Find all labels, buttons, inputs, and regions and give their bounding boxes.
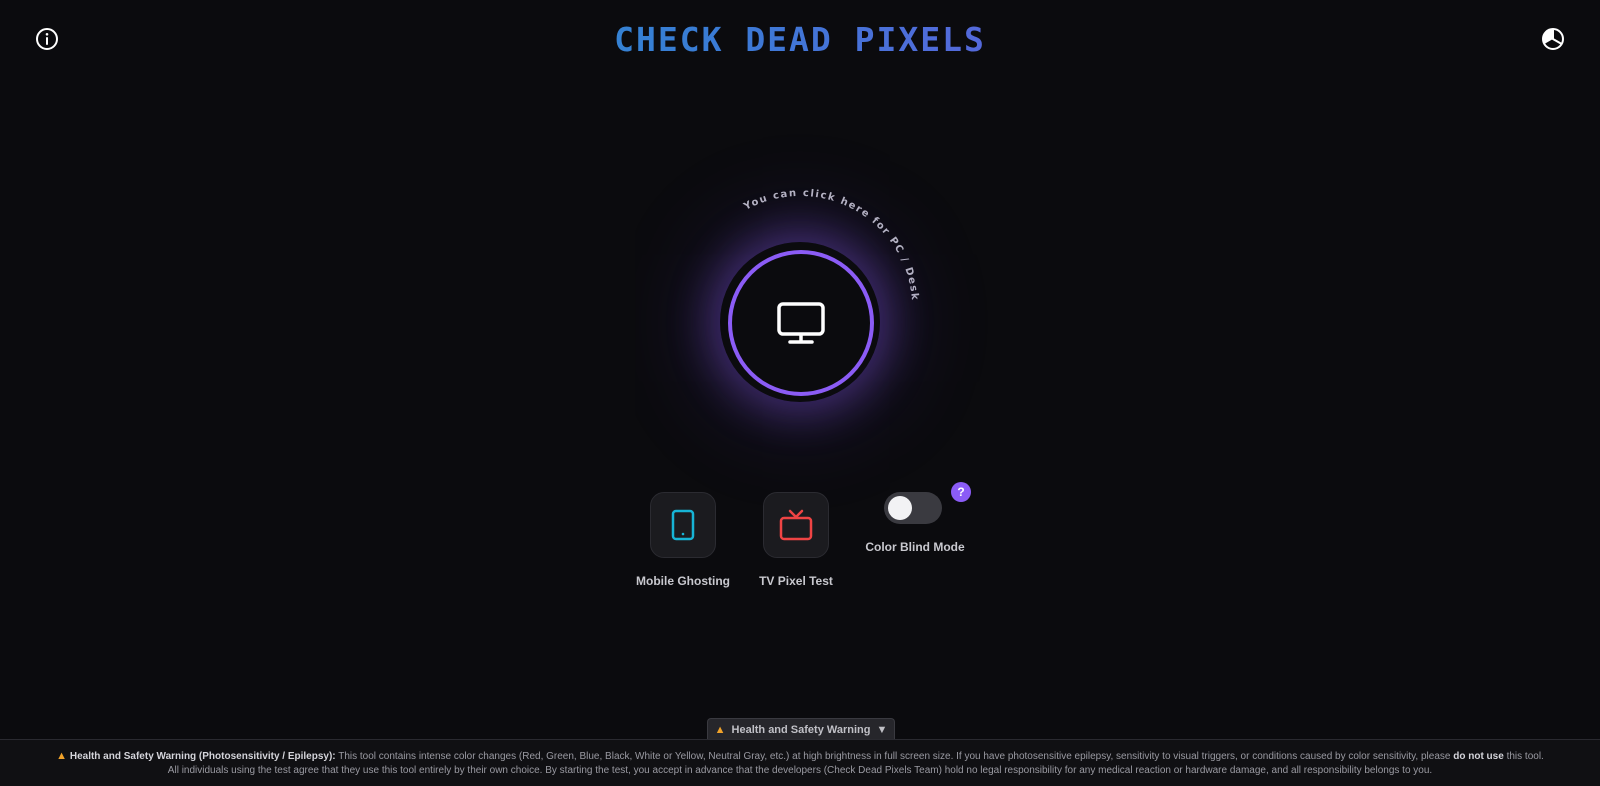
warning-line-2: All individuals using the test agree tha… xyxy=(167,765,1433,776)
tv-pixel-test-option[interactable]: TV Pixel Test xyxy=(736,492,856,588)
warning-icon: ▲ xyxy=(56,750,68,762)
health-warning-tab-label: Health and Safety Warning xyxy=(731,724,871,736)
color-blind-label: Color Blind Mode xyxy=(865,540,965,554)
tv-icon xyxy=(779,509,813,541)
monitor-icon xyxy=(777,302,825,344)
warning-text-1: This tool contains intense color changes… xyxy=(338,751,1451,762)
page-title: CHECK DEAD PIXELS xyxy=(0,20,1600,59)
warning-text-2: this tool. xyxy=(1506,751,1544,762)
health-warning-banner: ▲ Health and Safety Warning (Photosensit… xyxy=(0,739,1600,786)
color-blind-toggle[interactable] xyxy=(884,492,942,524)
chevron-down-icon: ▼ xyxy=(876,724,888,736)
warning-line-1: ▲ Health and Safety Warning (Photosensit… xyxy=(0,749,1600,764)
mobile-ghosting-label: Mobile Ghosting xyxy=(636,574,730,588)
toggle-knob xyxy=(888,496,912,520)
tablet-icon xyxy=(671,509,695,541)
mobile-ghosting-button[interactable] xyxy=(650,492,716,558)
warning-emphasis: do not use xyxy=(1453,751,1504,762)
desktop-test-button[interactable] xyxy=(728,250,874,396)
desktop-test-area xyxy=(720,242,880,402)
mobile-ghosting-option[interactable]: Mobile Ghosting xyxy=(623,492,743,588)
contrast-icon[interactable] xyxy=(1540,26,1566,52)
help-icon[interactable]: ? xyxy=(951,482,971,502)
tv-pixel-test-button[interactable] xyxy=(763,492,829,558)
tv-pixel-test-label: TV Pixel Test xyxy=(759,574,833,588)
page: CHECK DEAD PIXELS You can click here for… xyxy=(0,0,1600,786)
test-options: Mobile Ghosting TV Pixel Test ? Color Bl… xyxy=(0,482,1600,602)
health-warning-tab[interactable]: ▲ Health and Safety Warning ▼ xyxy=(707,718,895,741)
warning-icon: ▲ xyxy=(714,724,726,736)
warning-heading: Health and Safety Warning (Photosensitiv… xyxy=(69,751,336,762)
